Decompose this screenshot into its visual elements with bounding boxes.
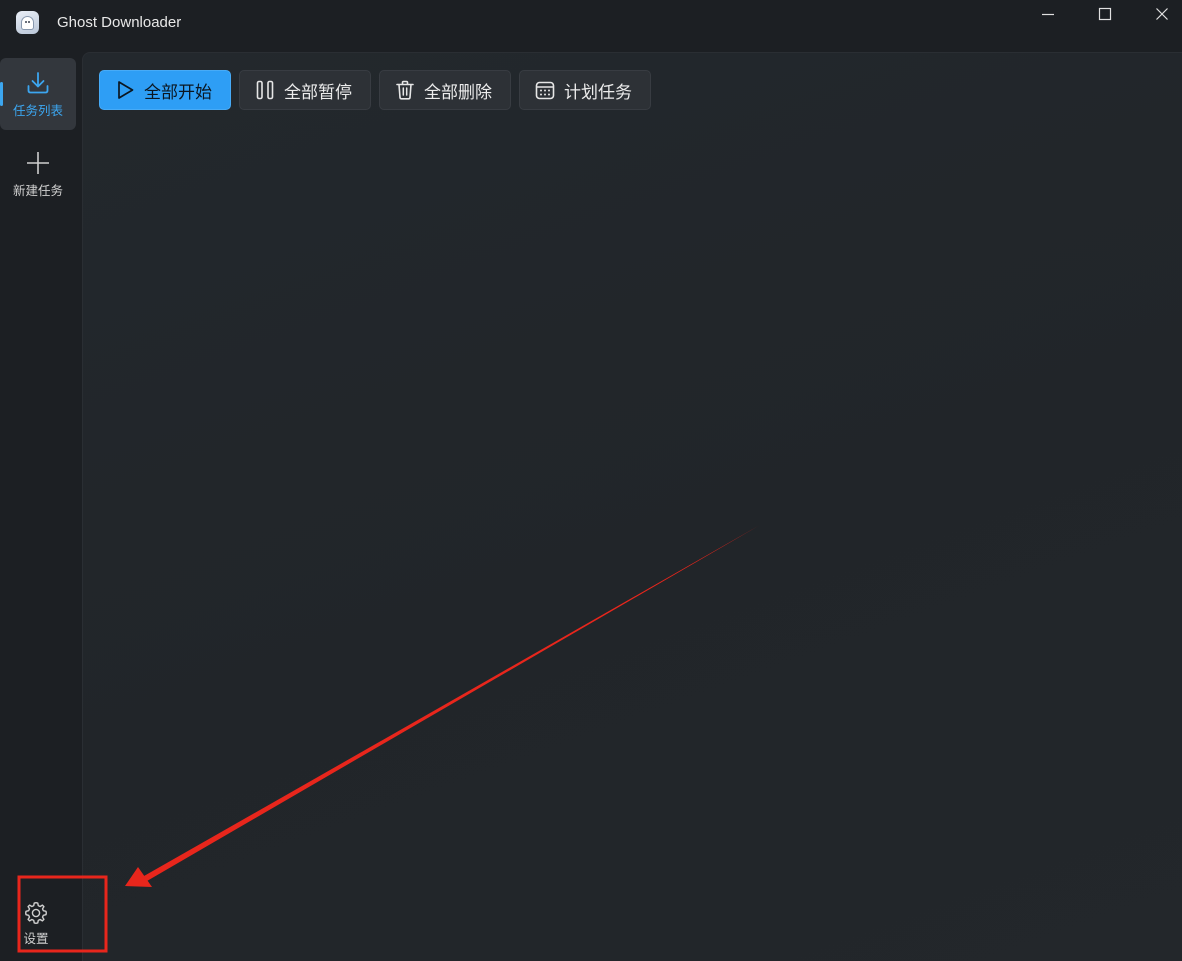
close-icon bbox=[1156, 8, 1168, 20]
minimize-icon bbox=[1042, 13, 1054, 16]
app-window: Ghost Downloader 任务列表 新建任务 设置 全部开始 全部暂停 … bbox=[0, 0, 1182, 961]
schedule-task-button[interactable]: 计划任务 bbox=[519, 70, 651, 110]
task-list-panel: 全部开始 全部暂停 全部删除 计划任务 bbox=[82, 52, 1182, 961]
play-icon bbox=[114, 79, 136, 101]
sidebar-item-label: 设置 bbox=[23, 930, 49, 946]
maximize-icon bbox=[1098, 7, 1112, 21]
pause-icon bbox=[254, 79, 276, 101]
sidebar-item-label: 任务列表 bbox=[12, 102, 63, 118]
pause-all-button[interactable]: 全部暂停 bbox=[239, 70, 371, 110]
trash-icon bbox=[394, 79, 416, 101]
schedule-task-label: 计划任务 bbox=[564, 82, 632, 103]
app-title: Ghost Downloader bbox=[57, 14, 182, 31]
sidebar-item-task-list[interactable]: 任务列表 bbox=[0, 58, 76, 130]
delete-all-label: 全部删除 bbox=[424, 82, 492, 103]
close-button[interactable] bbox=[1134, 0, 1182, 28]
title-bar: Ghost Downloader bbox=[0, 0, 1182, 48]
download-icon bbox=[27, 71, 49, 93]
start-all-button[interactable]: 全部开始 bbox=[99, 70, 231, 110]
calendar-icon bbox=[534, 79, 556, 101]
active-indicator bbox=[0, 82, 3, 106]
sidebar: 任务列表 新建任务 设置 bbox=[0, 48, 82, 961]
pause-all-label: 全部暂停 bbox=[284, 82, 352, 103]
delete-all-button[interactable]: 全部删除 bbox=[379, 70, 511, 110]
minimize-button[interactable] bbox=[1020, 0, 1076, 28]
toolbar: 全部开始 全部暂停 全部删除 计划任务 bbox=[99, 70, 651, 110]
sidebar-item-label: 新建任务 bbox=[12, 182, 63, 198]
maximize-button[interactable] bbox=[1077, 0, 1133, 28]
sidebar-item-new-task[interactable]: 新建任务 bbox=[0, 138, 76, 210]
plus-icon bbox=[27, 151, 49, 174]
gear-icon bbox=[25, 901, 47, 924]
start-all-label: 全部开始 bbox=[144, 82, 212, 103]
sidebar-item-settings[interactable]: 设置 bbox=[0, 890, 72, 956]
ghost-logo-icon bbox=[16, 11, 39, 34]
